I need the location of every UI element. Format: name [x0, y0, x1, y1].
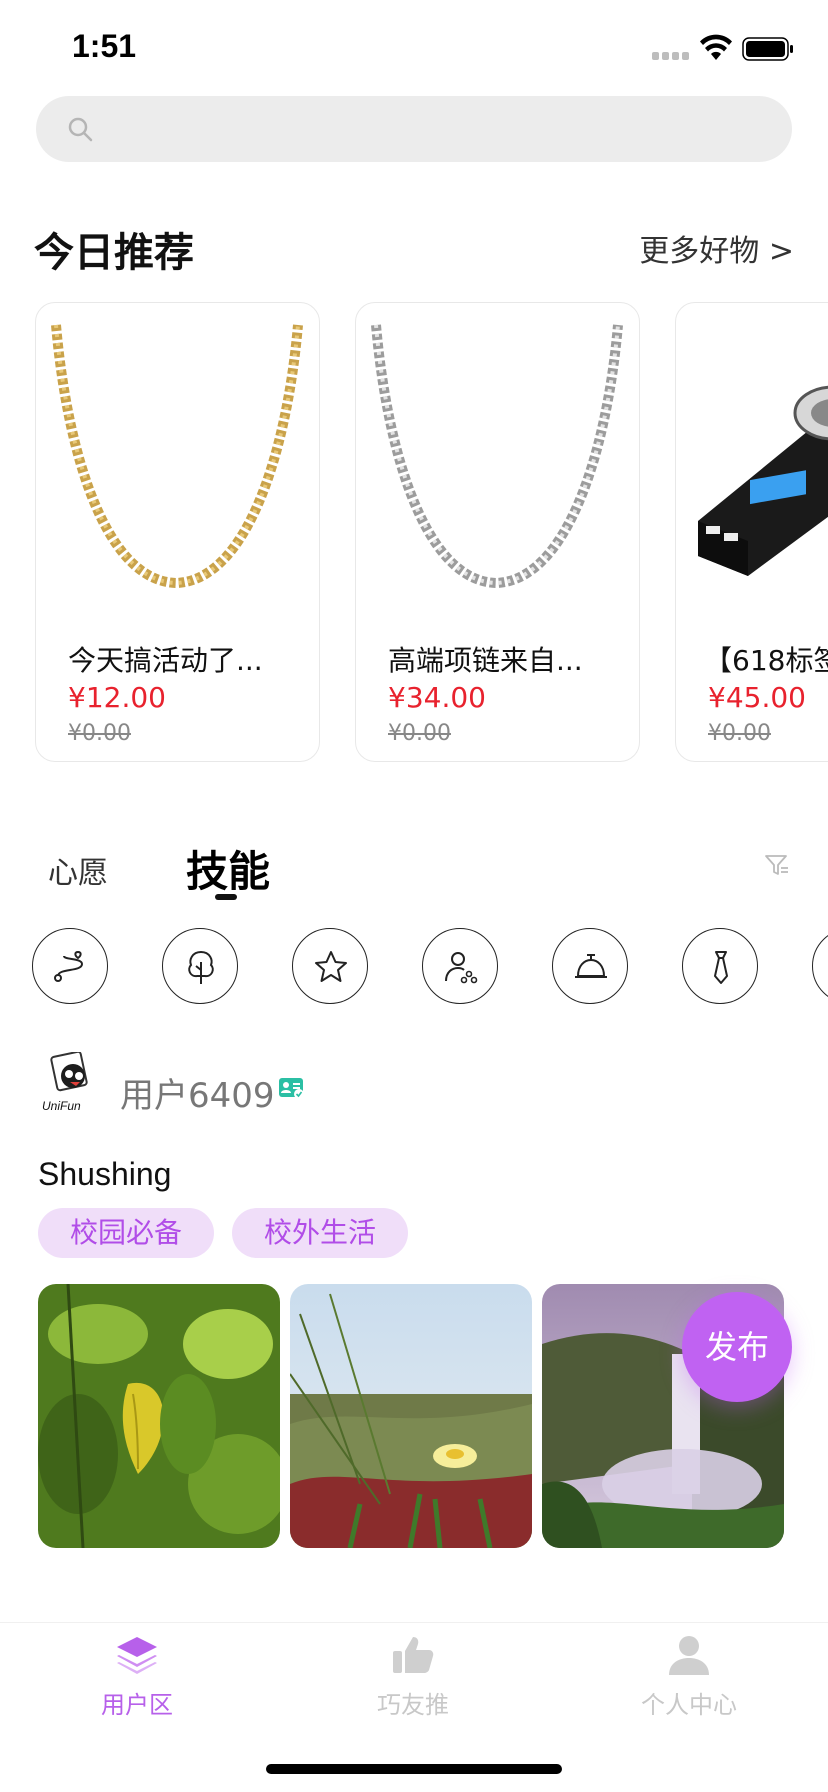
product-original-price: ¥0.00	[708, 721, 771, 746]
filter-icon[interactable]	[764, 852, 790, 878]
wifi-icon	[700, 34, 732, 60]
product-price: ¥34.00	[388, 681, 486, 714]
product-price: ¥12.00	[68, 681, 166, 714]
product-card[interactable]: 今天搞活动了... ¥12.00 ¥0.00	[35, 302, 320, 762]
product-name: 高端项链来自...	[388, 644, 583, 677]
nav-label: 个人中心	[641, 1691, 737, 1719]
search-icon	[68, 117, 93, 142]
tree-icon	[188, 950, 214, 984]
post-tag[interactable]: 校园必备	[38, 1208, 215, 1258]
nav-label: 用户区	[101, 1691, 173, 1719]
nav-item-user-zone[interactable]: 用户区	[37, 1623, 237, 1733]
search-input[interactable]	[36, 96, 792, 162]
category-star[interactable]	[292, 928, 368, 1004]
nav-item-profile[interactable]: 个人中心	[589, 1623, 789, 1733]
product-image	[371, 324, 623, 589]
person-share-icon	[445, 952, 478, 984]
post-image[interactable]	[38, 1284, 280, 1548]
nav-label: 巧友推	[377, 1691, 449, 1719]
post-image[interactable]	[290, 1284, 532, 1548]
post-title: Shushing	[38, 1156, 172, 1192]
tab-wish[interactable]: 心愿	[48, 848, 108, 892]
tie-icon	[714, 951, 728, 984]
username[interactable]: 用户6409	[120, 1068, 275, 1117]
product-carousel[interactable]: 今天搞活动了... ¥12.00 ¥0.00 高端项链来自... ¥34.00 …	[0, 302, 828, 764]
star-icon	[315, 951, 347, 982]
product-original-price: ¥0.00	[388, 721, 451, 746]
product-card[interactable]: 【618标签 ¥45.00 ¥0.00	[675, 302, 828, 762]
product-name: 今天搞活动了...	[68, 644, 263, 677]
verified-badge-icon	[279, 1078, 304, 1099]
flower-photo	[290, 1284, 532, 1548]
category-tie[interactable]	[682, 928, 758, 1004]
layers-icon	[117, 1637, 157, 1674]
more-products-link[interactable]: 更多好物 >	[639, 226, 794, 270]
person-icon	[669, 1636, 709, 1675]
route-icon	[54, 950, 84, 982]
product-name: 【618标签	[704, 644, 828, 677]
home-indicator[interactable]	[266, 1764, 562, 1774]
status-bar: 1:51	[0, 0, 828, 100]
product-image	[51, 324, 303, 589]
product-price: ¥45.00	[708, 681, 806, 714]
battery-icon	[742, 37, 793, 61]
leaves-photo	[38, 1284, 280, 1548]
cellular-signal-icon	[652, 52, 690, 60]
category-service-bell[interactable]	[552, 928, 628, 1004]
category-tree[interactable]	[162, 928, 238, 1004]
post-tag[interactable]: 校外生活	[232, 1208, 409, 1258]
avatar[interactable]: UniFun	[40, 1052, 102, 1114]
thumbs-up-icon	[393, 1637, 434, 1673]
product-original-price: ¥0.00	[68, 721, 131, 746]
category-row[interactable]	[0, 928, 828, 1008]
category-route[interactable]	[32, 928, 108, 1004]
category-person-share[interactable]	[422, 928, 498, 1004]
status-time: 1:51	[72, 28, 137, 64]
product-card[interactable]: 高端项链来自... ¥34.00 ¥0.00	[355, 302, 640, 762]
category-more[interactable]	[812, 928, 828, 1004]
service-bell-icon	[575, 954, 607, 978]
nav-item-friend-recommend[interactable]: 巧友推	[313, 1623, 513, 1733]
tab-indicator	[215, 894, 237, 900]
publish-button[interactable]: 发布	[682, 1292, 792, 1402]
tab-skill[interactable]: 技能	[186, 838, 270, 899]
section-title: 今日推荐	[34, 230, 194, 276]
svg-text:UniFun: UniFun	[42, 1099, 81, 1113]
product-image	[698, 385, 828, 576]
